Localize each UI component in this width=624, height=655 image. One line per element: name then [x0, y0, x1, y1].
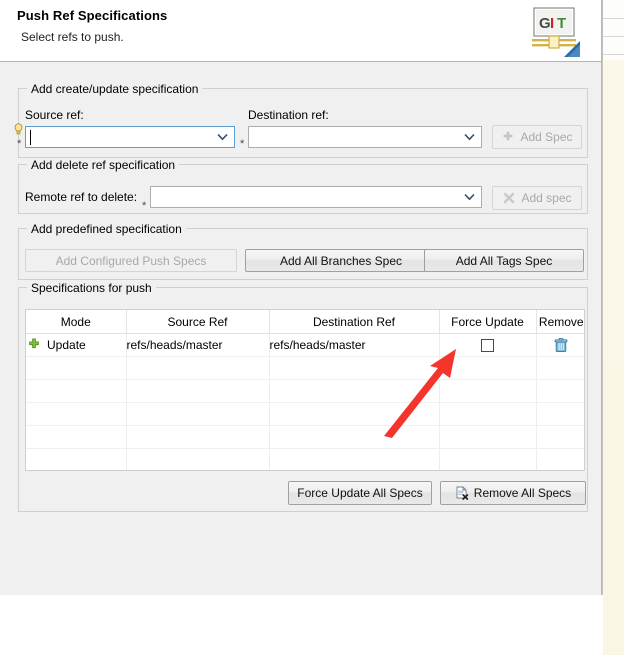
table-row-empty[interactable]	[26, 356, 584, 380]
force-update-checkbox[interactable]	[481, 339, 494, 353]
force-update-all-specs-button[interactable]: Force Update All Specs	[288, 481, 432, 505]
add-all-tags-spec-button[interactable]: Add All Tags Spec	[424, 249, 584, 272]
page-title: Push Ref Specifications	[17, 8, 168, 23]
remove-doc-icon	[455, 486, 469, 500]
cell-mode: Update	[47, 338, 86, 352]
column-header-remove[interactable]: Remove	[536, 310, 584, 334]
add-delete-spec-button[interactable]: Add spec	[492, 186, 582, 210]
git-logo-icon: G I T	[532, 7, 580, 57]
remote-ref-to-delete-combo[interactable]	[150, 186, 482, 208]
remote-ref-to-delete-label: Remote ref to delete:	[25, 190, 138, 204]
chevron-down-icon[interactable]	[461, 187, 477, 207]
background-top-panel	[602, 0, 624, 60]
background-divider	[603, 18, 624, 19]
destination-ref-combo[interactable]	[248, 126, 482, 148]
background-editor-body-lower	[603, 360, 624, 655]
svg-text:I: I	[550, 15, 554, 32]
add-spec-button[interactable]: Add Spec	[492, 125, 582, 149]
specifications-for-push-group-title: Specifications for push	[27, 281, 156, 295]
background-divider	[603, 36, 624, 37]
force-update-all-specs-label: Force Update All Specs	[297, 486, 423, 500]
remove-all-specs-button[interactable]: Remove All Specs	[440, 481, 586, 505]
add-create-update-group-title: Add create/update specification	[27, 82, 203, 96]
cell-source-ref: refs/heads/master	[126, 333, 270, 357]
source-ref-label: Source ref:	[25, 108, 84, 122]
remove-all-specs-label: Remove All Specs	[473, 486, 572, 500]
add-predefined-group-title: Add predefined specification	[27, 222, 186, 236]
chevron-down-icon[interactable]	[214, 127, 230, 147]
remote-ref-required-marker: *	[142, 200, 147, 212]
dialog-header: Push Ref Specifications Select refs to p…	[0, 0, 601, 62]
background-editor-sliver	[602, 0, 624, 655]
table-header-row: Mode Source Ref Destination Ref Force Up…	[26, 310, 584, 334]
column-header-source-ref[interactable]: Source Ref	[126, 310, 270, 334]
push-ref-specifications-dialog: Push Ref Specifications Select refs to p…	[0, 0, 602, 595]
svg-text:G: G	[539, 15, 551, 32]
add-configured-push-specs-button[interactable]: Add Configured Push Specs	[25, 249, 237, 272]
add-all-tags-spec-label: Add All Tags Spec	[455, 253, 553, 268]
close-x-icon	[502, 191, 516, 205]
content-assist-bulb-icon	[14, 123, 23, 135]
source-ref-required-marker: *	[17, 138, 22, 150]
add-all-branches-spec-label: Add All Branches Spec	[279, 253, 403, 268]
source-ref-combo[interactable]	[25, 126, 235, 148]
plus-icon	[501, 130, 515, 144]
trash-icon[interactable]	[554, 337, 568, 352]
column-header-destination-ref[interactable]: Destination Ref	[269, 310, 440, 334]
green-plus-icon	[28, 338, 40, 353]
add-delete-ref-group-title: Add delete ref specification	[27, 158, 180, 172]
table-row-empty[interactable]	[26, 402, 584, 426]
column-header-force-update[interactable]: Force Update	[439, 310, 537, 334]
destination-ref-label: Destination ref:	[248, 108, 329, 122]
background-editor-body	[602, 60, 624, 655]
table-row-empty[interactable]	[26, 425, 584, 449]
background-divider	[603, 54, 624, 55]
column-header-mode[interactable]: Mode	[26, 310, 127, 334]
add-spec-button-label: Add Spec	[520, 130, 573, 144]
svg-text:T: T	[557, 15, 566, 32]
add-all-branches-spec-button[interactable]: Add All Branches Spec	[245, 249, 437, 272]
table-row-empty[interactable]	[26, 379, 584, 403]
table-row[interactable]: Update refs/heads/master refs/heads/mast…	[26, 333, 584, 357]
chevron-down-icon[interactable]	[461, 127, 477, 147]
page-subtitle: Select refs to push.	[21, 30, 124, 44]
table-row-empty[interactable]	[26, 448, 584, 470]
push-specifications-table[interactable]: Mode Source Ref Destination Ref Force Up…	[25, 309, 585, 471]
source-ref-caret	[30, 130, 31, 145]
add-configured-push-specs-label: Add Configured Push Specs	[55, 253, 207, 268]
add-delete-spec-button-label: Add spec	[521, 191, 572, 205]
cell-destination-ref: refs/heads/master	[269, 333, 440, 357]
destination-ref-required-marker: *	[240, 138, 245, 150]
